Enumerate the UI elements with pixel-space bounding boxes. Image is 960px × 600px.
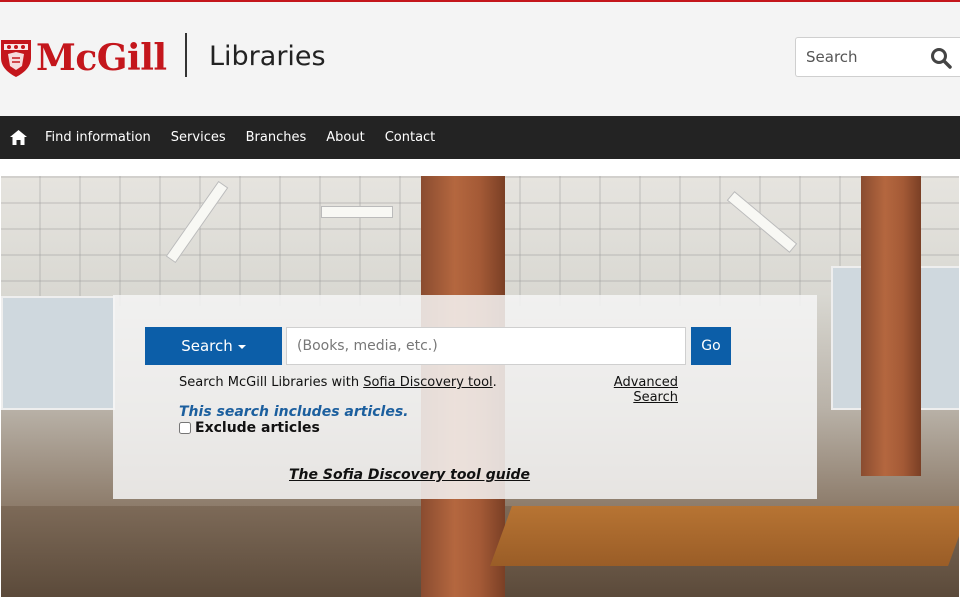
nav-item-services[interactable]: Services <box>171 116 226 159</box>
mcgill-logo-link[interactable]: McGill <box>0 36 167 80</box>
brick-pillar <box>861 176 921 476</box>
nav-item-find-information[interactable]: Find information <box>45 116 151 159</box>
exclude-articles-option[interactable]: Exclude articles <box>179 420 320 436</box>
site-title[interactable]: Libraries <box>209 38 326 76</box>
search-type-label: Search <box>181 337 233 355</box>
mcgill-crest-icon <box>1 40 31 77</box>
logo-divider <box>185 33 187 77</box>
nav-item-about[interactable]: About <box>326 116 364 159</box>
exclude-articles-label: Exclude articles <box>195 420 320 436</box>
advanced-search-link[interactable]: Advanced Search <box>599 375 678 405</box>
help-suffix: . <box>492 375 497 390</box>
home-icon[interactable] <box>10 130 27 145</box>
main-nav: Find information Services Branches About… <box>0 116 960 159</box>
wood-table <box>490 506 959 566</box>
sofia-guide-link[interactable]: The Sofia Discovery tool guide <box>289 467 530 483</box>
go-button[interactable]: Go <box>691 327 731 365</box>
exclude-articles-checkbox[interactable] <box>179 422 191 434</box>
window <box>1 296 115 410</box>
search-type-dropdown[interactable]: Search <box>145 327 282 365</box>
search-panel: Search Go Search McGill Libraries with S… <box>113 295 817 499</box>
logo-wordmark: McGill <box>36 37 167 79</box>
header-search-input[interactable] <box>796 38 926 76</box>
includes-articles-note: This search includes articles. <box>179 404 409 420</box>
site-header: McGill Libraries <box>0 2 960 116</box>
help-prefix: Search McGill Libraries with <box>179 375 364 390</box>
search-icon[interactable] <box>930 47 952 69</box>
sofia-discovery-link[interactable]: Sofia Discovery tool <box>363 375 492 390</box>
catalog-search-input[interactable] <box>286 327 686 365</box>
nav-item-contact[interactable]: Contact <box>385 116 436 159</box>
nav-item-branches[interactable]: Branches <box>246 116 307 159</box>
ceiling-light <box>321 206 393 218</box>
search-help-text: Search McGill Libraries with Sofia Disco… <box>179 375 497 390</box>
header-search-box <box>795 37 960 77</box>
caret-down-icon <box>237 345 246 349</box>
